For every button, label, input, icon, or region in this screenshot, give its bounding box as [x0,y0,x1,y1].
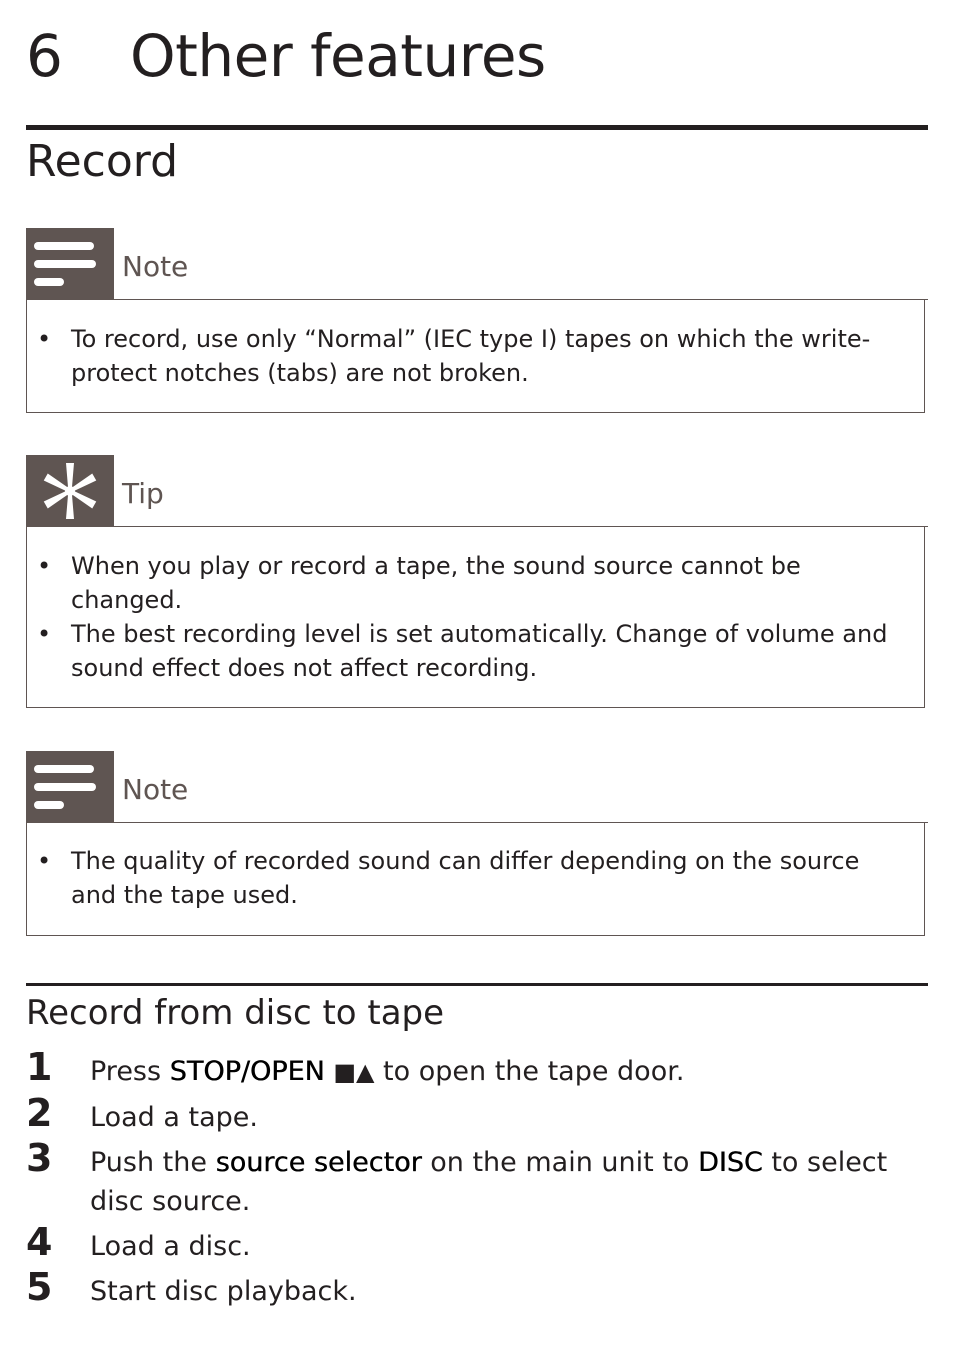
note-label: Note [122,773,189,806]
note-item: To record, use only “Normal” (IEC type I… [37,322,904,390]
tip-label: Tip [122,477,164,510]
step: 3 Push the source selector on the main un… [26,1136,888,1218]
note-label: Note [122,250,189,283]
note-icon [26,228,114,300]
chapter-number: 6 [26,22,63,90]
page: 6 Other features Record Note To record, u… [0,0,954,1354]
tip-item: When you play or record a tape, the soun… [37,549,904,617]
tip-asterisk-icon [26,455,114,527]
note-icon [26,751,114,823]
tip-box: When you play or record a tape, the soun… [26,527,925,708]
section-title: Record [26,136,179,187]
subsection-title: Record from disc to tape [26,993,445,1033]
button-name: STOP/OPEN [169,1056,325,1087]
note-header: Note [26,228,928,300]
step: 5 Start disc playback. [26,1265,357,1309]
step: 1 Press STOP/OPEN ■▲ to open the tape doo… [26,1045,685,1089]
note-header: Note [26,751,928,823]
chapter-heading: 6 Other features [26,22,546,90]
note-item: The quality of recorded sound can differ… [37,844,904,912]
note-box: To record, use only “Normal” (IEC type I… [26,300,925,413]
divider [26,983,928,986]
tip-item: The best recording level is set automati… [37,617,904,685]
note-box: The quality of recorded sound can differ… [26,822,925,936]
steps-list: 1 Press STOP/OPEN ■▲ to open the tape doo… [26,1045,906,1317]
divider [26,125,928,130]
step: 2 Load a tape. [26,1091,258,1135]
tip-header: Tip [26,455,928,527]
stop-eject-icon: ■▲ [333,1058,375,1086]
chapter-title: Other features [130,22,546,90]
step: 4 Load a disc. [26,1220,251,1264]
